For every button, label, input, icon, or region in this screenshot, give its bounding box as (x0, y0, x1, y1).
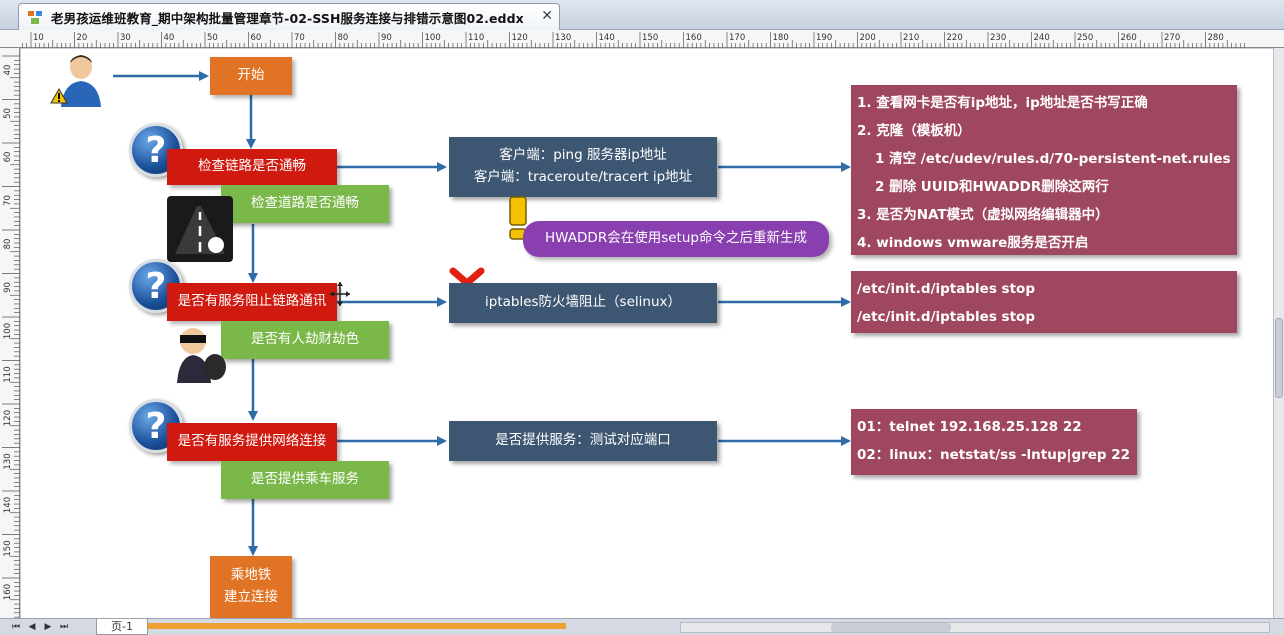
ruler-label: 170 (729, 33, 745, 43)
ruler-label: 280 (1208, 33, 1224, 43)
ruler-label: 40 (3, 65, 13, 76)
client-box-line2: 客户端：traceroute/tracert ip地址 (473, 169, 693, 185)
vertical-scrollbar[interactable] (1273, 48, 1284, 618)
ruler-label: 20 (77, 33, 88, 43)
service-box[interactable]: 是否提供服务：测试对应端口 (449, 421, 717, 461)
client-box[interactable]: 客户端：ping 服务器ip地址 客户端：traceroute/tracert … (449, 137, 717, 197)
step3-sub-node[interactable]: 是否提供乘车服务 (221, 461, 389, 499)
firewall-box[interactable]: iptables防火墙阻止（selinux） (449, 283, 717, 323)
ruler-label: 120 (512, 33, 528, 43)
network-notes-box[interactable]: 1. 查看网卡是否有ip地址，ip地址是否书写正确 2. 克隆（模板机） 1 清… (851, 85, 1237, 255)
note-line: /etc/init.d/iptables stop (857, 309, 1035, 325)
ruler-label: 130 (555, 33, 571, 43)
ruler-label: 160 (3, 584, 13, 600)
ruler-label: 150 (642, 33, 658, 43)
ruler-label: 200 (860, 33, 876, 43)
road-icon (167, 196, 233, 262)
note-line: /etc/init.d/iptables stop (857, 281, 1035, 297)
ruler-label: 140 (599, 33, 615, 43)
ruler-label: 150 (3, 540, 13, 556)
horizontal-scrollbar[interactable] (680, 622, 1270, 633)
horizontal-scroll-thumb[interactable] (831, 623, 951, 632)
ruler-label: 80 (338, 33, 349, 43)
thief-icon (177, 328, 226, 383)
ruler-label: 90 (3, 282, 13, 293)
first-page-icon[interactable]: ⏮ (10, 621, 22, 633)
iptables-notes-box[interactable]: /etc/init.d/iptables stop /etc/init.d/ip… (851, 271, 1237, 333)
title-bar: 老男孩运维班教育_期中架构批量管理章节-02-SSH服务连接与排错示意图02.e… (0, 0, 1284, 30)
hwaddr-note[interactable]: HWADDR会在使用setup命令之后重新生成 (523, 221, 829, 257)
ruler-label: 110 (468, 33, 484, 43)
ruler-label: 100 (425, 33, 441, 43)
document-title: 老男孩运维班教育_期中架构批量管理章节-02-SSH服务连接与排错示意图02.e… (51, 10, 524, 26)
diagram-canvas[interactable]: 开始 ? 检查链路是否通畅 检查道路是否通畅 ? 是否有服务阻止链路通讯 是否有… (21, 49, 1273, 618)
user-icon (50, 55, 101, 107)
ruler-label: 190 (816, 33, 832, 43)
prev-page-icon[interactable]: ◀ (26, 621, 38, 633)
status-bar: ⏮ ◀ ▶ ⏭ 页-1 (0, 618, 1284, 635)
ruler-label: 100 (3, 323, 13, 339)
port-notes-box[interactable]: 01：telnet 192.168.25.128 22 02：linux：net… (851, 409, 1137, 475)
ruler-label: 30 (120, 33, 131, 43)
close-icon[interactable]: ✕ (541, 8, 553, 24)
ruler-label: 70 (294, 33, 305, 43)
vertical-ruler: 40 50 60 70 80 90 100 110 120 130 140 150 160 (0, 48, 20, 618)
note-line: 1 清空 /etc/udev/rules.d/70-persistent-net… (875, 151, 1231, 167)
note-line: 3. 是否为NAT模式（虚拟网络编辑器中） (857, 207, 1109, 223)
horizontal-ruler-ticks: 10 20 30 40 50 60 70 80 90 100 110 120 130 140 150 160 1… (21, 32, 1246, 48)
step3-check-node[interactable]: 是否有服务提供网络连接 (167, 423, 337, 461)
ruler-label: 220 (947, 33, 963, 43)
note-line: 2. 克隆（模板机） (857, 123, 971, 139)
ruler-label: 60 (251, 33, 262, 43)
ruler-label: 260 (1121, 33, 1137, 43)
end-node-line2: 建立连接 (224, 589, 278, 605)
page-tab[interactable]: 页-1 (96, 619, 148, 635)
end-node-line1: 乘地铁 (230, 567, 272, 584)
edraw-file-icon (28, 11, 42, 24)
ruler-label: 50 (3, 108, 13, 119)
ruler-label: 240 (1034, 33, 1050, 43)
ruler-label: 270 (1164, 33, 1180, 43)
client-box-line1: 客户端：ping 服务器ip地址 (499, 147, 667, 164)
note-line: 1. 查看网卡是否有ip地址，ip地址是否书写正确 (857, 95, 1148, 111)
vertical-scroll-thumb[interactable] (1275, 318, 1283, 398)
ruler-label: 180 (773, 33, 789, 43)
note-line: 2 删除 UUID和HWADDR删除这两行 (875, 179, 1109, 195)
step2-check-node[interactable]: 是否有服务阻止链路通讯 (167, 283, 337, 321)
note-line: 4. windows vmware服务是否开启 (857, 235, 1089, 251)
start-node[interactable]: 开始 (210, 57, 292, 95)
ruler-label: 60 (3, 152, 13, 163)
move-cursor-icon (330, 282, 350, 306)
ruler-label: 10 (33, 33, 44, 43)
last-page-icon[interactable]: ⏭ (58, 621, 70, 633)
step2-sub-node[interactable]: 是否有人劫财劫色 (221, 321, 389, 359)
step1-sub-node[interactable]: 检查道路是否通畅 (221, 185, 389, 223)
document-tab[interactable]: 老男孩运维班教育_期中架构批量管理章节-02-SSH服务连接与排错示意图02.e… (18, 3, 560, 30)
step1-check-node[interactable]: 检查链路是否通畅 (167, 149, 337, 185)
ruler-label: 250 (1077, 33, 1093, 43)
ruler-label: 160 (686, 33, 702, 43)
note-line: 01：telnet 192.168.25.128 22 (857, 419, 1082, 435)
ruler-label: 140 (3, 497, 13, 513)
ruler-label: 130 (3, 453, 13, 469)
ruler-label: 50 (207, 33, 218, 43)
ruler-label: 40 (164, 33, 175, 43)
note-line: 02：linux：netstat/ss -lntup|grep 22 (857, 447, 1131, 463)
selection-strip (148, 623, 566, 629)
ruler-label: 80 (3, 239, 13, 250)
ruler-label: 210 (903, 33, 919, 43)
end-node[interactable]: 乘地铁 建立连接 (210, 556, 292, 618)
next-page-icon[interactable]: ▶ (42, 621, 54, 633)
ruler-label: 90 (381, 33, 392, 43)
horizontal-ruler: 10 20 30 40 50 60 70 80 90 100 110 120 130 140 150 160 1… (0, 30, 1284, 48)
ruler-label: 230 (990, 33, 1006, 43)
ruler-label: 120 (3, 410, 13, 426)
ruler-label: 70 (3, 195, 13, 206)
vertical-ruler-ticks: 40 50 60 70 80 90 100 110 120 130 140 150 160 (2, 55, 20, 618)
ruler-label: 110 (3, 366, 13, 382)
